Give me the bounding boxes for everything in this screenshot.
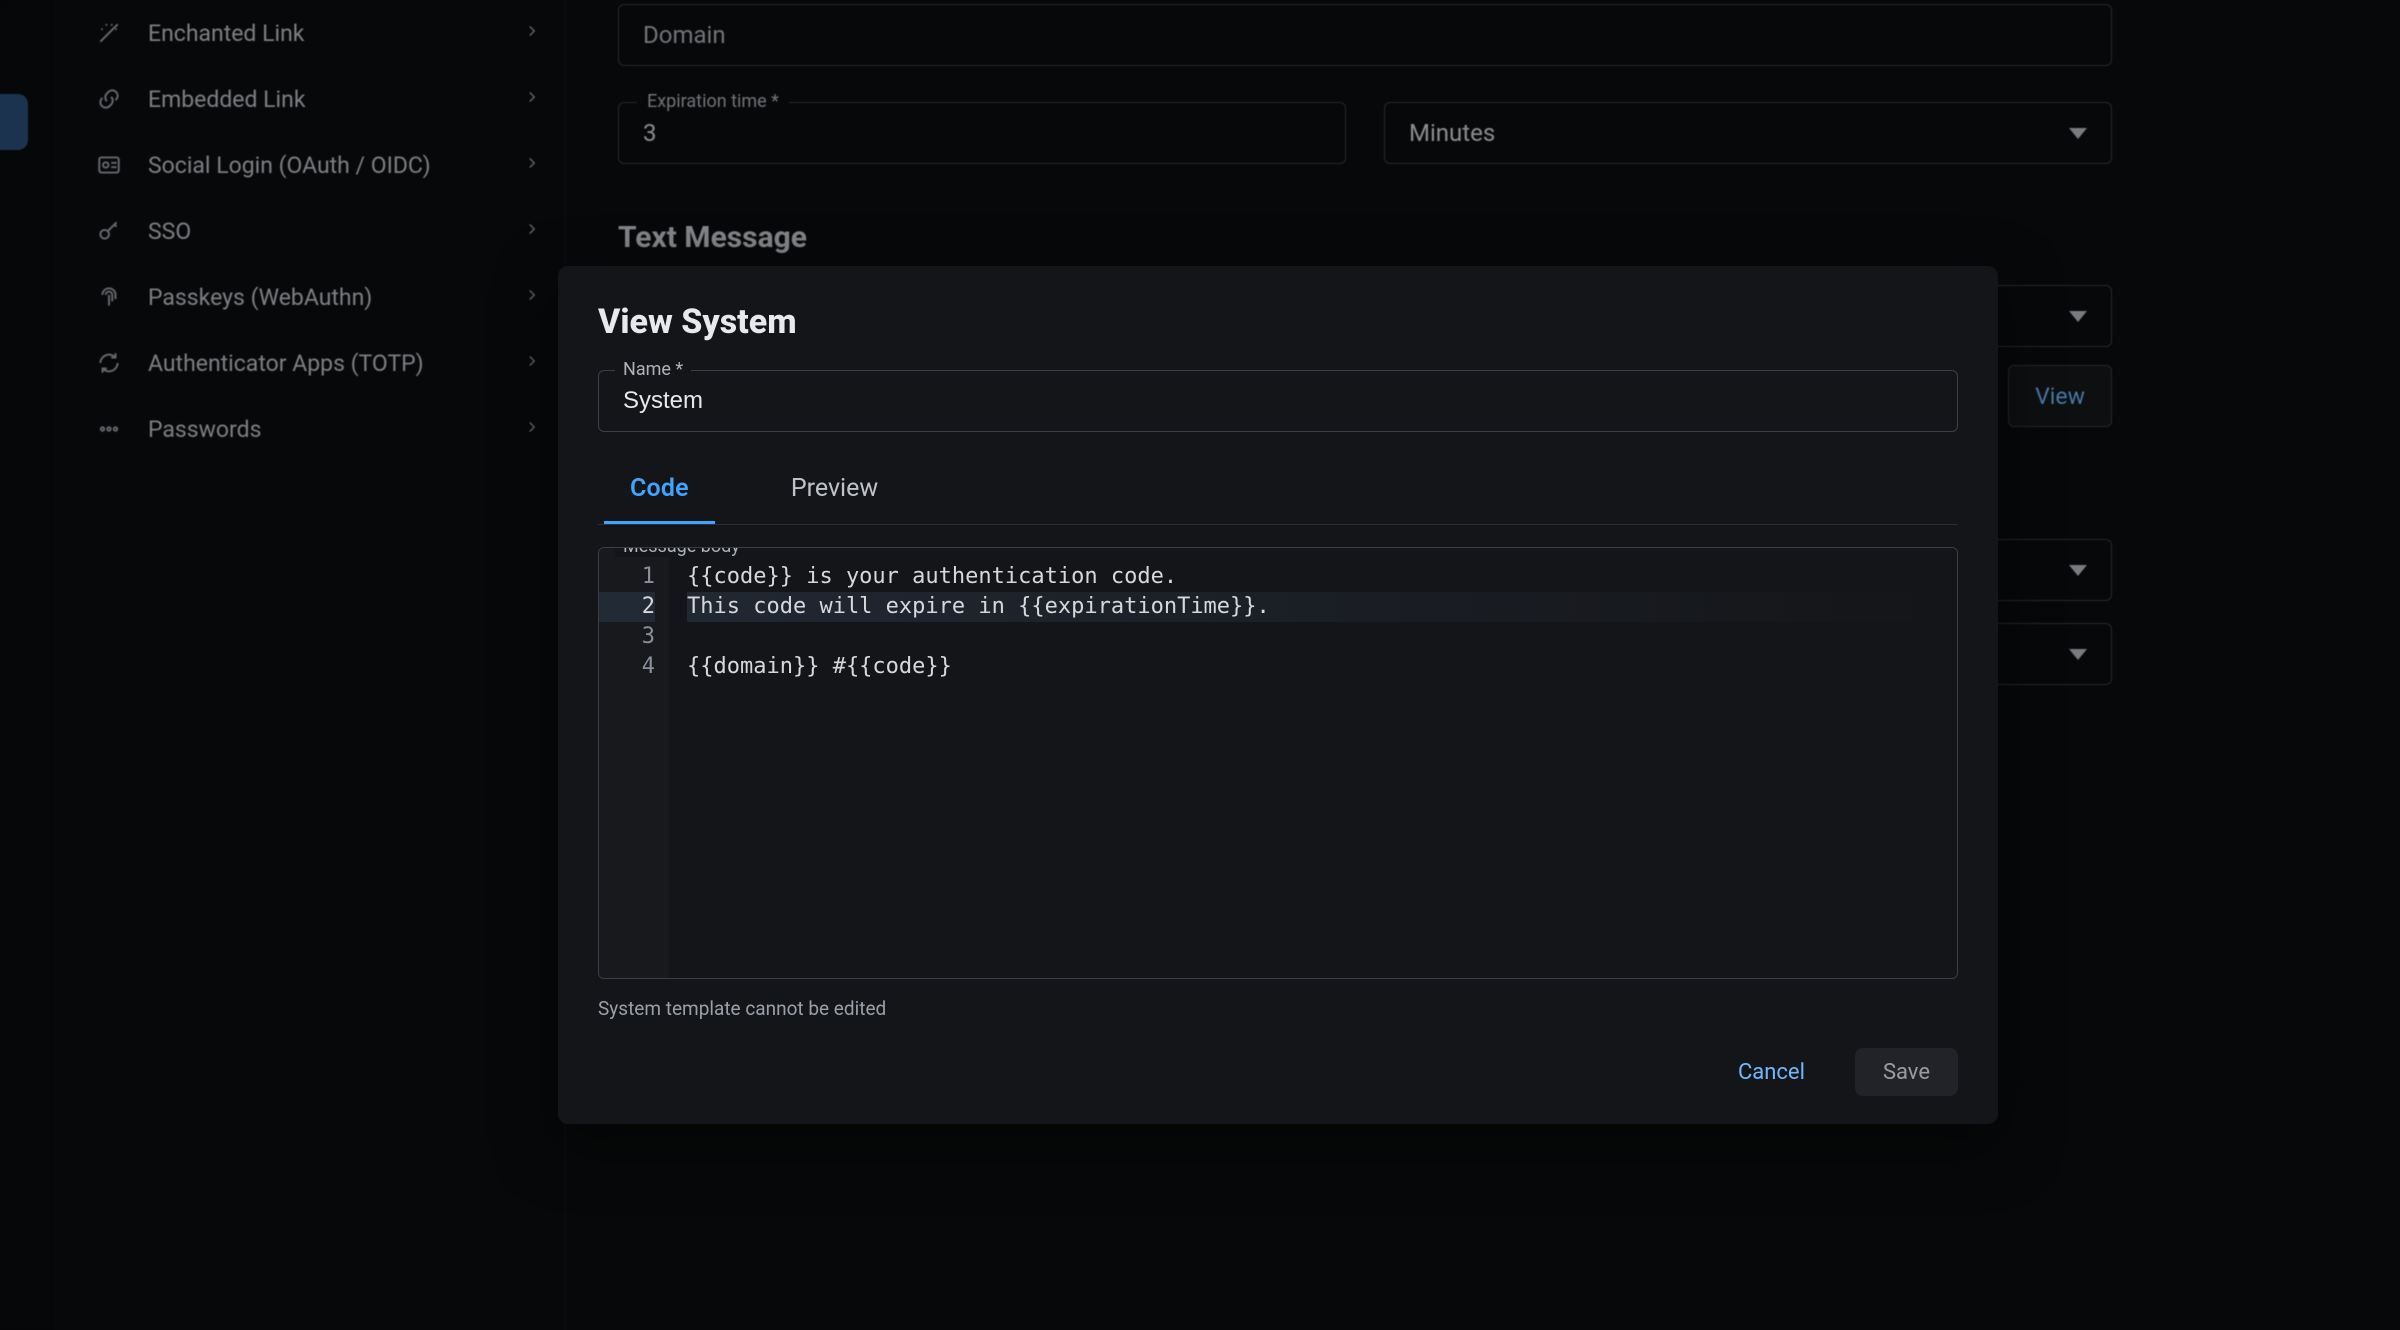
view-system-modal: View System Name * Code Preview Message … — [558, 266, 1998, 1124]
editor-hint: System template cannot be edited — [598, 997, 1958, 1020]
save-button[interactable]: Save — [1855, 1048, 1958, 1096]
cancel-button-label: Cancel — [1738, 1060, 1805, 1085]
cancel-button[interactable]: Cancel — [1710, 1048, 1833, 1096]
tab-preview-label: Preview — [791, 474, 878, 503]
tab-code-label: Code — [630, 474, 689, 503]
tab-preview[interactable]: Preview — [765, 458, 904, 524]
code-gutter: 1234 — [599, 548, 669, 978]
modal-actions: Cancel Save — [598, 1048, 1958, 1096]
resize-handle[interactable] — [1933, 954, 1951, 972]
modal-tabs: Code Preview — [598, 458, 1958, 525]
message-body-editor[interactable]: Message body 1234 {{code}} is your authe… — [598, 547, 1958, 979]
template-name-input[interactable]: Name * — [598, 370, 1958, 432]
modal-title: View System — [598, 302, 1958, 342]
template-name-label: Name * — [615, 359, 691, 380]
save-button-label: Save — [1883, 1060, 1930, 1085]
template-name-value[interactable] — [621, 386, 1935, 416]
tab-code[interactable]: Code — [604, 458, 715, 524]
code-content[interactable]: {{code}} is your authentication code.Thi… — [669, 548, 1957, 978]
code-editor[interactable]: 1234 {{code}} is your authentication cod… — [599, 548, 1957, 978]
message-body-label: Message body — [615, 547, 748, 557]
